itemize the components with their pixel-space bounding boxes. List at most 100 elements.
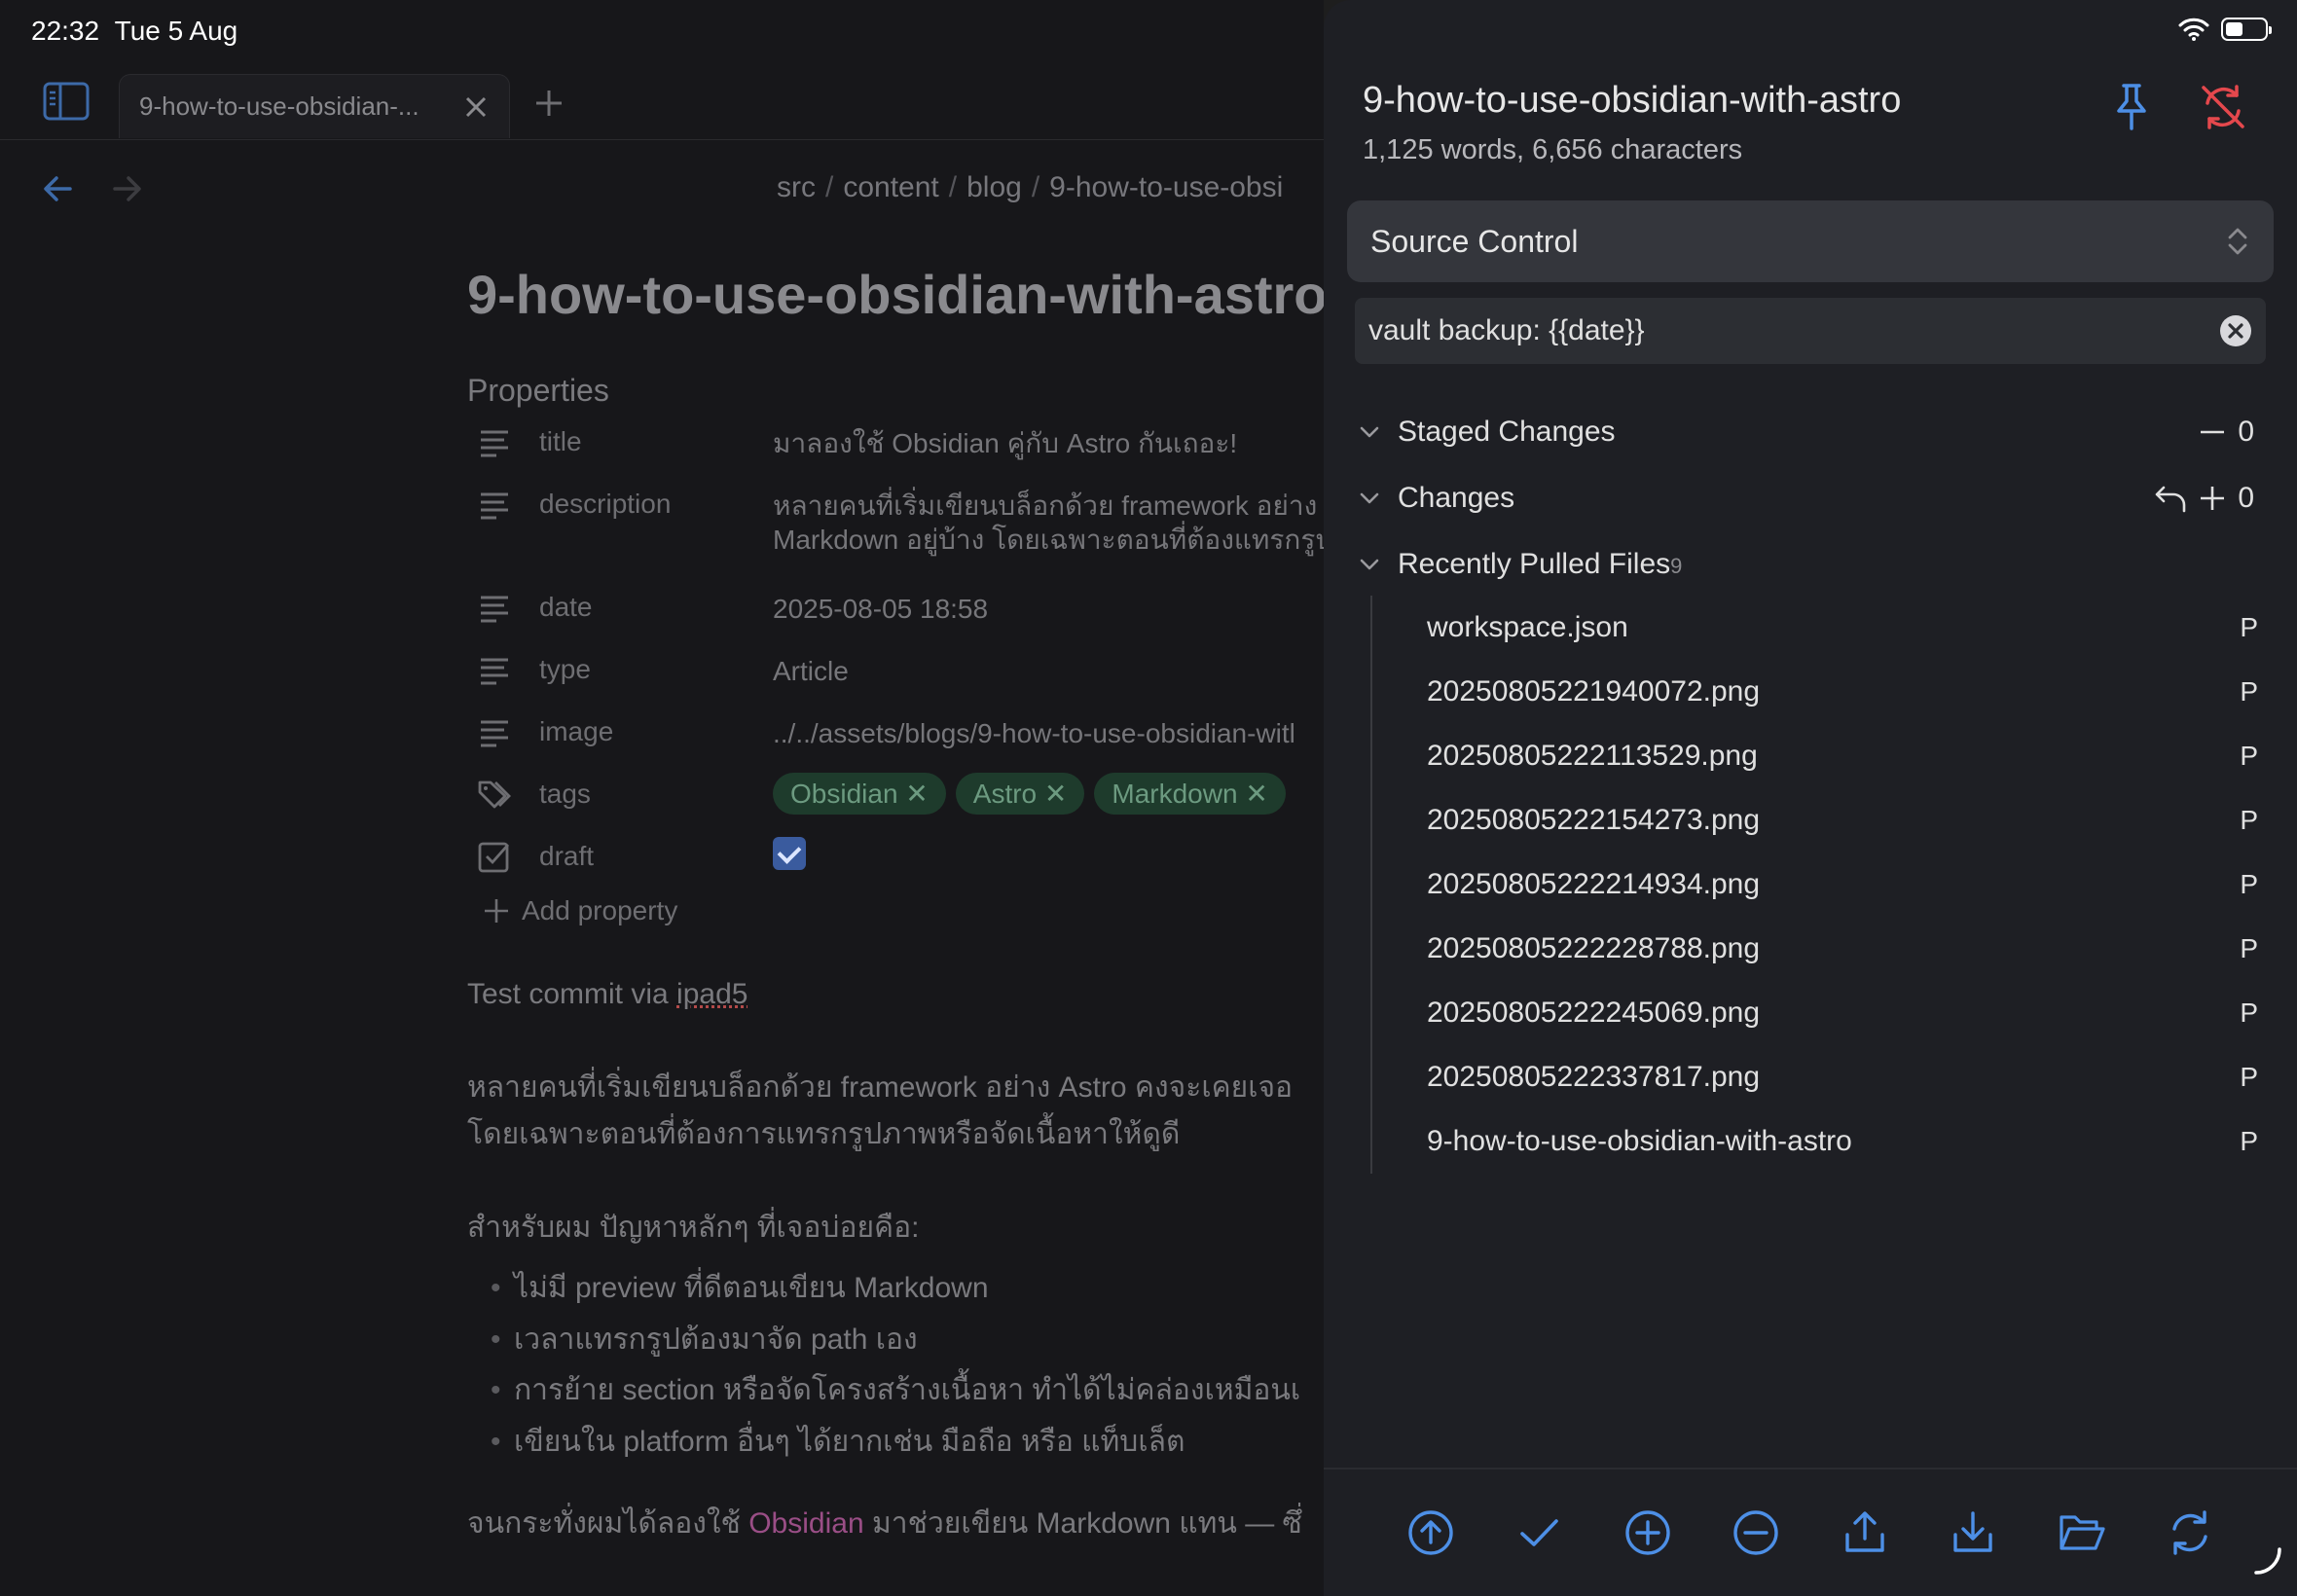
stage-plus-icon[interactable] (2199, 485, 2226, 512)
property-row-type[interactable]: type Article (467, 636, 1324, 699)
property-value[interactable]: Article (773, 636, 849, 688)
stage-all-button[interactable] (1623, 1508, 1672, 1557)
breadcrumb: src / content / blog/9-how-to-use-obsi (777, 171, 1284, 203)
add-property-button[interactable]: Add property (467, 895, 1324, 926)
view-selector[interactable]: Source Control (1347, 200, 2274, 282)
file-name: 20250805222245069.png (1427, 997, 1761, 1029)
staged-changes-header[interactable]: Staged Changes 0 (1359, 403, 2254, 461)
tab-active-note[interactable]: 9-how-to-use-obsidian-... (119, 74, 510, 138)
list-item[interactable]: 20250805222245069.png P (1372, 981, 2258, 1045)
list-item[interactable]: 20250805221940072.png P (1372, 660, 2258, 724)
resize-handle-icon[interactable] (2252, 1545, 2283, 1577)
chevron-down-icon (1360, 492, 1379, 504)
list-item[interactable]: 20250805222113529.png P (1372, 724, 2258, 788)
property-value[interactable]: ../../assets/blogs/9-how-to-use-obsidian… (773, 699, 1295, 750)
plus-icon[interactable] (533, 88, 565, 119)
properties-heading[interactable]: Properties (467, 373, 1324, 409)
list-item: เวลาแทรกรูปต้องมาจัด path เอง (467, 1315, 1324, 1366)
battery-level (2226, 22, 2243, 36)
unstage-all-button[interactable] (1732, 1508, 1780, 1557)
sidebar-toggle-icon[interactable] (43, 82, 90, 121)
property-row-tags[interactable]: tags Obsidian ✕ Astro ✕ Markdown ✕ (467, 761, 1324, 823)
file-status: P (2240, 933, 2258, 963)
list-item[interactable]: 20250805222154273.png P (1372, 788, 2258, 852)
paragraph: Test commit via ipad5 (467, 971, 1324, 1018)
property-value: Obsidian ✕ Astro ✕ Markdown ✕ (773, 761, 1295, 815)
tab-label: 9-how-to-use-obsidian-... (139, 91, 419, 121)
property-key: description (539, 489, 672, 519)
changes-header[interactable]: Changes 0 (1359, 469, 2254, 527)
file-status: P (2240, 612, 2258, 642)
changes-count: 0 (2238, 482, 2254, 514)
pin-icon[interactable] (2108, 82, 2155, 132)
property-row-image[interactable]: image ../../assets/blogs/9-how-to-use-ob… (467, 699, 1324, 761)
property-value[interactable]: 2025-08-05 18:58 (773, 574, 988, 626)
property-row-description[interactable]: description หลายคนที่เริ่มเขียนบล็อกด้วย… (467, 471, 1324, 574)
tag-pill[interactable]: Obsidian ✕ (773, 773, 946, 815)
property-key: image (539, 716, 614, 746)
recently-pulled-header[interactable]: Recently Pulled Files9 (1359, 535, 2254, 594)
arrow-right-icon[interactable] (109, 171, 144, 206)
tag-label: Markdown (1112, 779, 1238, 809)
property-value[interactable]: หลายคนที่เริ่มเขียนบล็อกด้วย framework อ… (773, 471, 1324, 557)
unstage-minus-icon[interactable] (2199, 418, 2226, 446)
word-count: 1,125 words, 6,656 characters (1363, 134, 1743, 165)
file-status: P (2240, 1062, 2258, 1092)
tag-pill[interactable]: Markdown ✕ (1094, 773, 1286, 815)
breadcrumb-item[interactable]: content (843, 171, 938, 203)
property-row-date[interactable]: date 2025-08-05 18:58 (467, 574, 1324, 636)
breadcrumb-item[interactable]: src (777, 171, 816, 203)
editor-pane: 9-how-to-use-obsidian-... src / content / bl… (0, 0, 1324, 1596)
list-item[interactable]: workspace.json P (1372, 596, 2258, 660)
staged-count: 0 (2238, 416, 2254, 448)
text-lines-icon (481, 430, 508, 457)
open-folder-button[interactable] (2058, 1508, 2106, 1557)
push-button[interactable] (1841, 1508, 1889, 1557)
text-run: โดยเฉพาะตอนที่ต้องการแทรกรูปภาพหรือจัดเน… (467, 1118, 1181, 1150)
commit-icon (1520, 1519, 1559, 1546)
text-run: หลายคนที่เริ่มเขียนบล็อกด้วย framework อ… (467, 1071, 1294, 1104)
list-item: การย้าย section หรือจัดโครงสร้างเนื้อหา … (467, 1365, 1324, 1417)
refresh-button[interactable] (2166, 1508, 2214, 1557)
pull-button[interactable] (1949, 1508, 1997, 1557)
discard-undo-icon[interactable] (2154, 484, 2187, 513)
staged-changes-label: Staged Changes (1398, 416, 1616, 448)
commit-message-field[interactable] (1355, 298, 2266, 364)
file-name: 20250805222113529.png (1427, 740, 1758, 772)
plus-icon (485, 899, 508, 923)
add-property-label: Add property (522, 895, 678, 925)
list-item[interactable]: 20250805222228788.png P (1372, 917, 2258, 981)
text-run: มาช่วยเขียน Markdown แทน — ซึ่ (863, 1507, 1302, 1540)
chevron-down-icon (1360, 426, 1379, 438)
close-icon[interactable] (462, 93, 490, 121)
chevron-up-down-icon (2228, 228, 2247, 255)
breadcrumb-item[interactable]: blog (966, 171, 1022, 203)
clear-icon[interactable] (2219, 314, 2252, 347)
property-row-title[interactable]: title มาลองใช้ Obsidian คู่กับ Astro กัน… (467, 409, 1324, 471)
commit-message-input[interactable] (1368, 314, 2219, 347)
unstage-all-icon (1733, 1510, 1778, 1555)
property-key: draft (539, 841, 595, 871)
changes-label: Changes (1398, 482, 1515, 514)
commit-and-sync-button[interactable] (1406, 1508, 1455, 1557)
commit-button[interactable] (1514, 1508, 1563, 1557)
arrow-left-icon[interactable] (41, 171, 76, 206)
property-value[interactable]: มาลองใช้ Obsidian คู่กับ Astro กันเถอะ! (773, 409, 1237, 460)
internal-link[interactable]: Obsidian (748, 1507, 863, 1540)
push-icon (1845, 1511, 1884, 1552)
recently-pulled-count: 9 (1670, 554, 1683, 578)
document: 9-how-to-use-obsidian-with-astro Propert… (467, 263, 1324, 1594)
list-item[interactable]: 20250805222337817.png P (1372, 1045, 2258, 1109)
draft-checkbox[interactable] (773, 837, 806, 870)
list-item[interactable]: 9-how-to-use-obsidian-with-astro P (1372, 1109, 2258, 1174)
file-name: 20250805222228788.png (1427, 932, 1761, 964)
property-key: title (539, 426, 582, 456)
pull-icon (1953, 1511, 1992, 1552)
property-row-draft[interactable]: draft (467, 823, 1324, 886)
breadcrumb-item[interactable]: 9-how-to-use-obsi (1049, 171, 1283, 203)
note-body[interactable]: Test commit via ipad5 หลายคนที่เริ่มเขีย… (467, 971, 1324, 1547)
tag-pill[interactable]: Astro ✕ (955, 773, 1085, 815)
sync-off-icon[interactable] (2198, 82, 2248, 132)
list-item[interactable]: 20250805222214934.png P (1372, 852, 2258, 917)
file-name: 20250805222214934.png (1427, 868, 1761, 900)
